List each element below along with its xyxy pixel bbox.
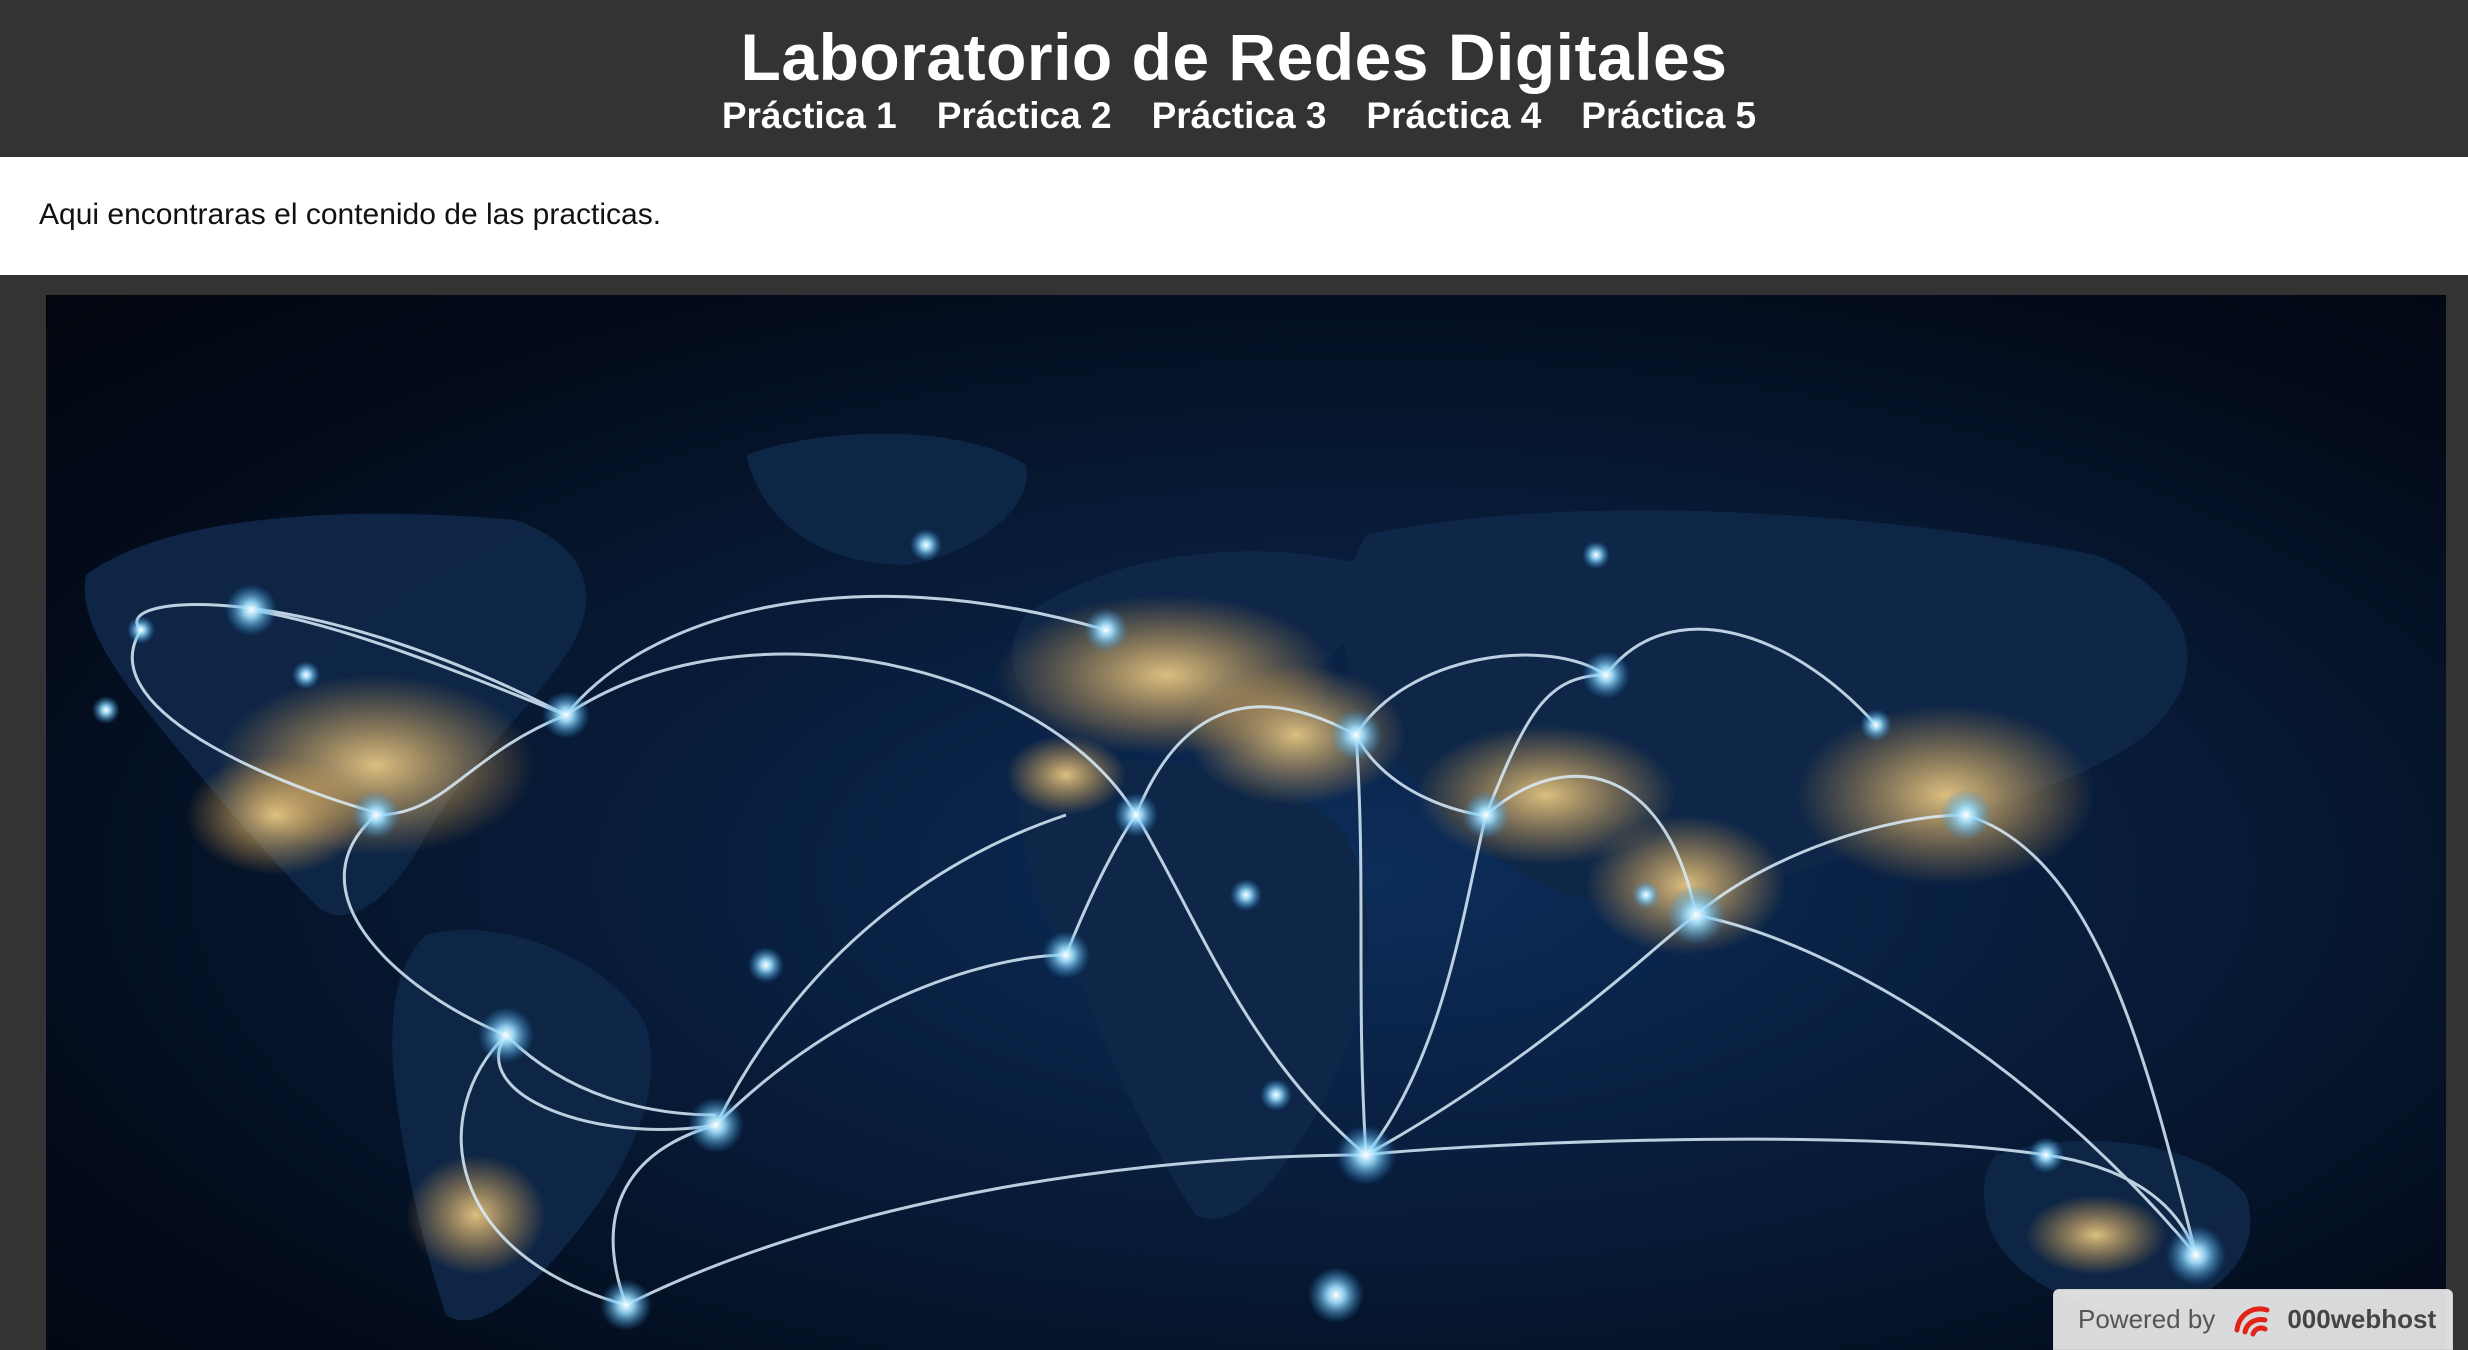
- nav-link-practica-3[interactable]: Práctica 3: [1152, 92, 1327, 140]
- intro-section: Aqui encontraras el contenido de las pra…: [0, 157, 2468, 275]
- world-network-map-image: [46, 295, 2446, 1350]
- intro-text: Aqui encontraras el contenido de las pra…: [39, 198, 662, 231]
- greenland-shape: [746, 433, 1028, 565]
- nav-link-practica-5[interactable]: Práctica 5: [1581, 92, 1756, 140]
- main-nav: Práctica 1 Práctica 2 Práctica 3 Práctic…: [0, 92, 2468, 140]
- powered-by-brand: 000webhost: [2287, 1304, 2437, 1334]
- site-header: Laboratorio de Redes Digitales Práctica …: [0, 0, 2468, 157]
- nav-link-practica-2[interactable]: Práctica 2: [937, 92, 1112, 140]
- nav-link-practica-1[interactable]: Práctica 1: [722, 92, 897, 140]
- nav-link-practica-4[interactable]: Práctica 4: [1366, 92, 1541, 140]
- network-map-illustration: [84, 433, 2251, 1331]
- powered-by-badge[interactable]: Powered by 000webhost: [2053, 1289, 2453, 1350]
- africa-shape: [1020, 761, 1368, 1219]
- 000webhost-logo-icon: [2234, 1306, 2270, 1336]
- powered-by-text: Powered by: [2078, 1304, 2216, 1334]
- site-title: Laboratorio de Redes Digitales: [740, 20, 1728, 94]
